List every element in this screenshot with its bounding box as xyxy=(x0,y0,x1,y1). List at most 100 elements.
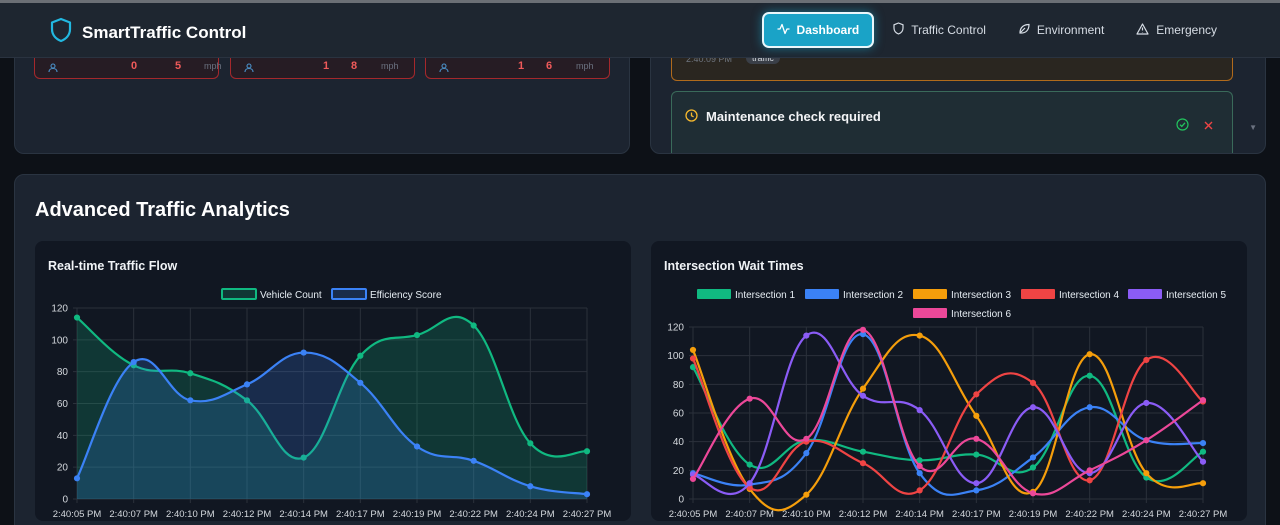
data-point[interactable] xyxy=(470,322,477,329)
data-point[interactable] xyxy=(973,391,980,398)
data-point[interactable] xyxy=(916,487,923,494)
data-point[interactable] xyxy=(803,450,810,457)
nav-emergency[interactable]: Emergency xyxy=(1123,12,1230,48)
data-point[interactable] xyxy=(357,379,364,386)
data-point[interactable] xyxy=(1086,477,1093,484)
alert-item-maintenance[interactable]: Maintenance check required xyxy=(671,91,1233,153)
data-point[interactable] xyxy=(187,397,194,404)
series-line[interactable] xyxy=(691,355,1204,495)
data-point[interactable] xyxy=(413,331,421,339)
data-point[interactable] xyxy=(73,475,81,482)
check-circle-icon[interactable] xyxy=(1176,118,1189,136)
legend-swatch[interactable] xyxy=(697,289,731,299)
series-line[interactable] xyxy=(692,328,1204,496)
legend-label[interactable]: Intersection 3 xyxy=(951,290,1011,301)
data-point[interactable] xyxy=(746,480,753,487)
data-point[interactable] xyxy=(527,440,534,447)
nav-traffic-control-label: Traffic Control xyxy=(911,23,986,37)
legend-swatch[interactable] xyxy=(1128,289,1162,299)
legend-label[interactable]: Vehicle Count xyxy=(260,290,322,301)
data-point[interactable] xyxy=(187,370,194,377)
legend-label[interactable]: Intersection 5 xyxy=(1166,290,1226,301)
data-point[interactable] xyxy=(300,349,307,356)
data-point[interactable] xyxy=(973,435,980,442)
data-point[interactable] xyxy=(1199,397,1207,404)
clock-icon xyxy=(685,109,698,127)
data-point[interactable] xyxy=(859,392,867,399)
legend-swatch[interactable] xyxy=(221,288,257,300)
data-point[interactable] xyxy=(803,491,810,498)
nav-traffic-control[interactable]: Traffic Control xyxy=(880,12,999,48)
activity-icon xyxy=(777,23,790,38)
legend-label[interactable]: Intersection 1 xyxy=(735,290,795,301)
data-point[interactable] xyxy=(1199,448,1207,455)
data-point[interactable] xyxy=(916,407,923,414)
legend-label[interactable]: Efficiency Score xyxy=(370,290,442,301)
legend-swatch[interactable] xyxy=(1021,289,1055,299)
data-point[interactable] xyxy=(973,480,980,487)
data-point[interactable] xyxy=(1143,470,1150,477)
data-point[interactable] xyxy=(1029,379,1037,386)
nav-environment-label: Environment xyxy=(1036,23,1105,37)
legend-swatch[interactable] xyxy=(331,288,367,300)
legend-swatch[interactable] xyxy=(913,308,947,318)
data-point[interactable] xyxy=(1029,404,1037,411)
data-point[interactable] xyxy=(1086,467,1093,474)
data-point[interactable] xyxy=(916,470,923,477)
data-point[interactable] xyxy=(1029,464,1037,471)
data-point[interactable] xyxy=(803,435,810,442)
data-point[interactable] xyxy=(916,462,923,470)
data-point[interactable] xyxy=(73,314,81,321)
nav-dashboard[interactable]: Dashboard xyxy=(761,12,875,48)
close-icon[interactable] xyxy=(1203,118,1214,136)
data-point[interactable] xyxy=(1143,399,1150,407)
data-point[interactable] xyxy=(470,457,477,464)
data-point[interactable] xyxy=(973,451,980,458)
legend-swatch[interactable] xyxy=(913,289,947,299)
users-icon xyxy=(439,60,453,78)
data-point[interactable] xyxy=(746,461,753,468)
y-tick-label: 120 xyxy=(51,304,68,315)
data-point[interactable] xyxy=(413,443,421,450)
legend-label[interactable]: Intersection 2 xyxy=(843,290,903,301)
section-title: Advanced Traffic Analytics xyxy=(35,199,290,221)
data-point[interactable] xyxy=(689,355,697,362)
data-point[interactable] xyxy=(973,487,980,494)
x-tick-label: 2:40:07 PM xyxy=(725,509,774,520)
data-point[interactable] xyxy=(689,475,697,483)
data-point[interactable] xyxy=(130,359,137,366)
legend-swatch[interactable] xyxy=(805,289,839,299)
nav-environment[interactable]: Environment xyxy=(1005,12,1117,48)
data-point[interactable] xyxy=(1086,372,1093,379)
data-point[interactable] xyxy=(1199,458,1207,465)
data-point[interactable] xyxy=(859,385,867,392)
data-point[interactable] xyxy=(1086,404,1093,411)
data-point[interactable] xyxy=(583,491,591,498)
data-point[interactable] xyxy=(243,381,251,388)
data-point[interactable] xyxy=(1029,490,1037,497)
data-point[interactable] xyxy=(973,412,980,419)
data-point[interactable] xyxy=(1086,351,1093,358)
legend-label[interactable]: Intersection 6 xyxy=(951,309,1011,320)
data-point[interactable] xyxy=(1029,454,1037,461)
data-point[interactable] xyxy=(859,326,867,333)
data-point[interactable] xyxy=(1143,437,1150,444)
wait-times-chart: 0 20 40 60 80 100 120 2:40:05 PM 2:40:07 PM 2:40:… xyxy=(667,289,1228,520)
data-point[interactable] xyxy=(803,332,810,339)
data-point[interactable] xyxy=(916,332,923,339)
data-point[interactable] xyxy=(689,346,697,354)
data-point[interactable] xyxy=(357,352,364,359)
data-point[interactable] xyxy=(916,457,923,464)
scroll-down-icon[interactable]: ▼ xyxy=(1249,123,1257,132)
data-point[interactable] xyxy=(1199,440,1207,447)
x-tick-label: 2:40:27 PM xyxy=(1179,509,1228,520)
data-point[interactable] xyxy=(859,460,867,467)
data-point[interactable] xyxy=(1143,356,1150,364)
data-point[interactable] xyxy=(746,395,753,402)
data-point[interactable] xyxy=(1199,480,1207,487)
data-point[interactable] xyxy=(859,448,867,455)
data-point[interactable] xyxy=(527,483,534,490)
data-point[interactable] xyxy=(583,448,591,455)
x-tick-label: 2:40:05 PM xyxy=(53,509,102,520)
legend-label[interactable]: Intersection 4 xyxy=(1059,290,1119,301)
